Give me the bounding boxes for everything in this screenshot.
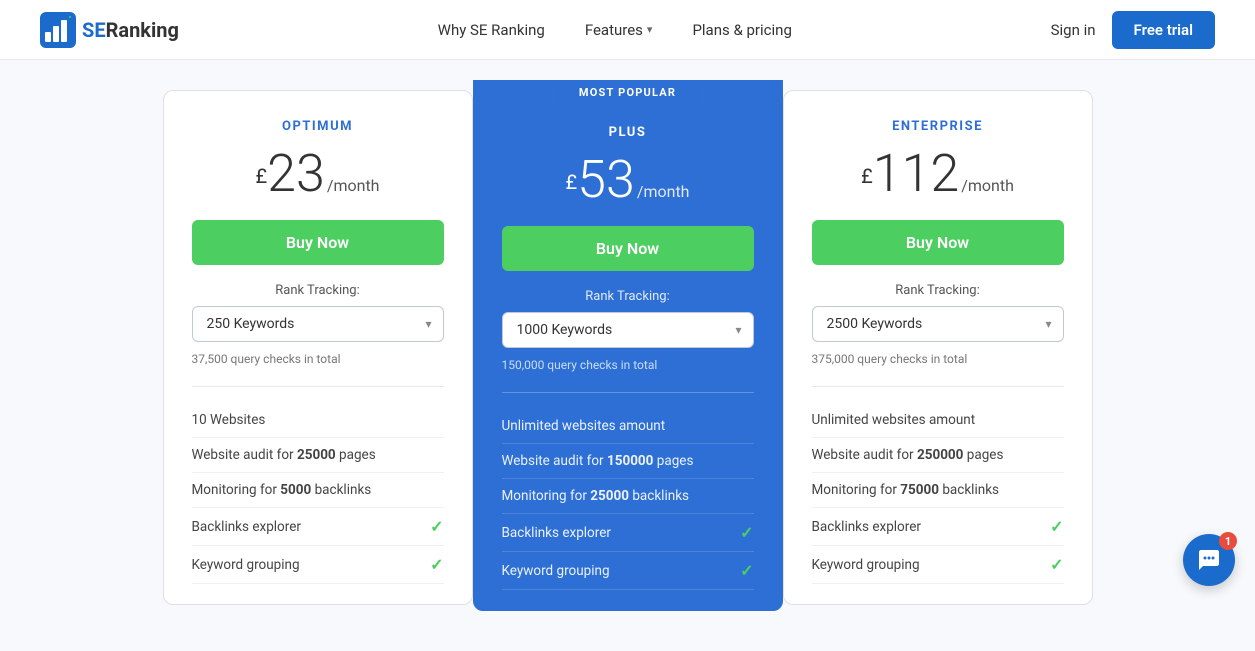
feature-monitoring-enterprise: Monitoring for 75000 backlinks xyxy=(812,473,1064,508)
currency-enterprise: £ xyxy=(861,166,873,186)
check-icon-keyword-optimum: ✓ xyxy=(430,555,443,574)
chevron-down-icon: ▾ xyxy=(647,23,653,36)
rank-tracking-label-enterprise: Rank Tracking: xyxy=(812,283,1064,298)
logo-text: SERanking xyxy=(82,18,179,42)
check-icon-backlinks-plus: ✓ xyxy=(740,523,753,542)
feature-audit-optimum: Website audit for 25000 pages xyxy=(192,438,444,473)
pricing-container: OPTIMUM £ 23 /month Buy Now Rank Trackin… xyxy=(78,90,1178,611)
plan-price-optimum: £ 23 /month xyxy=(192,148,444,200)
price-amount-enterprise: 112 xyxy=(873,148,960,200)
chat-icon xyxy=(1197,548,1221,572)
keyword-select-enterprise[interactable]: 2500 Keywords 5000 Keywords 10000 Keywor… xyxy=(812,306,1064,342)
price-amount-plus: 53 xyxy=(577,154,635,206)
nav-features[interactable]: Features ▾ xyxy=(585,21,653,39)
keyword-select-optimum[interactable]: 250 Keywords 500 Keywords 750 Keywords 1… xyxy=(192,306,444,342)
feature-keyword-grouping-enterprise: Keyword grouping ✓ xyxy=(812,546,1064,584)
free-trial-button[interactable]: Free trial xyxy=(1112,11,1215,49)
feature-monitoring-plus: Monitoring for 25000 backlinks xyxy=(502,479,754,514)
currency-optimum: £ xyxy=(256,166,268,186)
plan-price-enterprise: £ 112 /month xyxy=(812,148,1064,200)
logo[interactable]: SERanking xyxy=(40,12,179,48)
chat-widget[interactable]: 1 xyxy=(1183,534,1235,586)
nav-plans-pricing[interactable]: Plans & pricing xyxy=(692,21,791,39)
feature-websites-enterprise: Unlimited websites amount xyxy=(812,403,1064,438)
feature-websites-plus: Unlimited websites amount xyxy=(502,409,754,444)
feature-websites-optimum: 10 Websites xyxy=(192,403,444,438)
feature-monitoring-optimum: Monitoring for 5000 backlinks xyxy=(192,473,444,508)
nav-why-se-ranking[interactable]: Why SE Ranking xyxy=(438,21,545,39)
price-period-enterprise: /month xyxy=(961,176,1014,195)
header: SERanking Why SE Ranking Features ▾ Plan… xyxy=(0,0,1255,60)
feature-backlinks-plus: Backlinks explorer ✓ xyxy=(502,514,754,552)
price-amount-optimum: 23 xyxy=(267,148,325,200)
price-period-optimum: /month xyxy=(327,176,380,195)
plan-card-optimum: OPTIMUM £ 23 /month Buy Now Rank Trackin… xyxy=(163,90,473,605)
plan-name-optimum: OPTIMUM xyxy=(192,119,444,134)
query-checks-enterprise: 375,000 query checks in total xyxy=(812,352,1064,370)
main-nav: Why SE Ranking Features ▾ Plans & pricin… xyxy=(438,21,792,39)
keyword-select-wrapper-enterprise: 2500 Keywords 5000 Keywords 10000 Keywor… xyxy=(812,306,1064,342)
price-period-plus: /month xyxy=(637,182,690,201)
divider-optimum xyxy=(192,386,444,387)
header-actions: Sign in Free trial xyxy=(1051,11,1215,49)
query-checks-plus: 150,000 query checks in total xyxy=(502,358,754,376)
keyword-select-plus[interactable]: 1000 Keywords 2000 Keywords 3000 Keyword… xyxy=(502,312,754,348)
rank-tracking-label-plus: Rank Tracking: xyxy=(502,289,754,304)
feature-keyword-grouping-optimum: Keyword grouping ✓ xyxy=(192,546,444,584)
plan-name-enterprise: ENTERPRISE xyxy=(812,119,1064,134)
check-icon-keyword-plus: ✓ xyxy=(740,561,753,580)
query-checks-optimum: 37,500 query checks in total xyxy=(192,352,444,370)
keyword-select-wrapper-plus: 1000 Keywords 2000 Keywords 3000 Keyword… xyxy=(502,312,754,348)
rank-tracking-label-optimum: Rank Tracking: xyxy=(192,283,444,298)
divider-plus xyxy=(502,392,754,393)
check-icon-keyword-enterprise: ✓ xyxy=(1050,555,1063,574)
chat-badge: 1 xyxy=(1219,532,1237,550)
feature-backlinks-optimum: Backlinks explorer ✓ xyxy=(192,508,444,546)
main-content: OPTIMUM £ 23 /month Buy Now Rank Trackin… xyxy=(0,60,1255,651)
plan-name-plus: PLUS xyxy=(502,125,754,140)
currency-plus: £ xyxy=(566,172,578,192)
most-popular-badge: MOST POPULAR xyxy=(559,80,696,105)
feature-audit-enterprise: Website audit for 250000 pages xyxy=(812,438,1064,473)
sign-in-button[interactable]: Sign in xyxy=(1051,21,1096,39)
feature-audit-plus: Website audit for 150000 pages xyxy=(502,444,754,479)
buy-now-button-enterprise[interactable]: Buy Now xyxy=(812,220,1064,265)
check-icon-backlinks-optimum: ✓ xyxy=(430,517,443,536)
divider-enterprise xyxy=(812,386,1064,387)
keyword-select-wrapper-optimum: 250 Keywords 500 Keywords 750 Keywords 1… xyxy=(192,306,444,342)
buy-now-button-optimum[interactable]: Buy Now xyxy=(192,220,444,265)
plan-price-plus: £ 53 /month xyxy=(502,154,754,206)
plan-card-enterprise: ENTERPRISE £ 112 /month Buy Now Rank Tra… xyxy=(783,90,1093,605)
logo-icon xyxy=(40,12,76,48)
feature-backlinks-enterprise: Backlinks explorer ✓ xyxy=(812,508,1064,546)
feature-keyword-grouping-plus: Keyword grouping ✓ xyxy=(502,552,754,590)
plan-card-plus: MOST POPULAR PLUS £ 53 /month Buy Now Ra… xyxy=(473,80,783,611)
check-icon-backlinks-enterprise: ✓ xyxy=(1050,517,1063,536)
buy-now-button-plus[interactable]: Buy Now xyxy=(502,226,754,271)
